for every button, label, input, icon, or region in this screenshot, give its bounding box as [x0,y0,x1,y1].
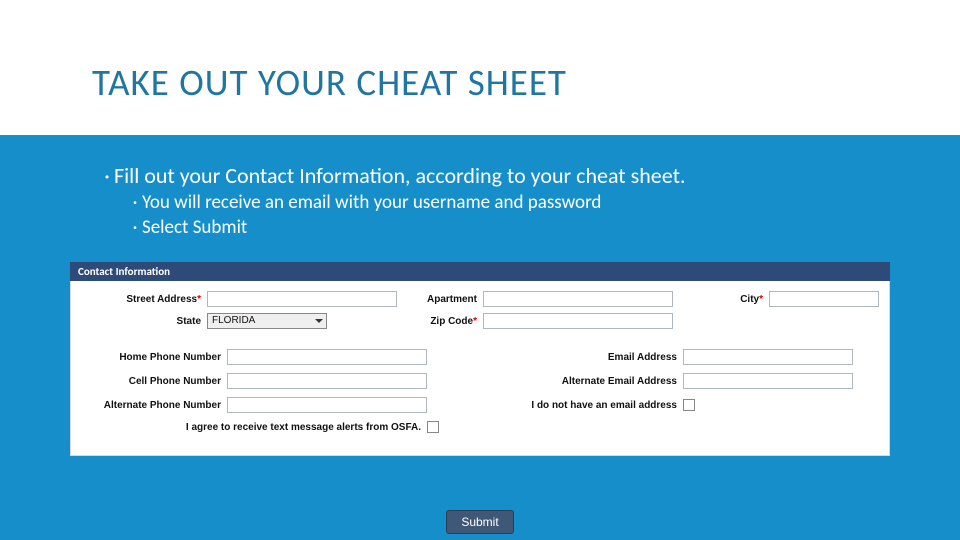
panel-body: Street Address* Apartment City* State FL… [70,281,890,456]
label-home-phone: Home Phone Number [81,352,227,363]
row-phone-email-2: Cell Phone Number Alternate Email Addres… [81,373,879,389]
required-mark: * [759,294,763,305]
required-mark: * [473,316,477,327]
input-zip[interactable] [483,313,673,329]
submit-bar: Submit [0,510,960,534]
bullet-main-text: Fill out your Contact Information, accor… [114,162,686,189]
bullet-sub-1: ·You will receive an email with your use… [128,190,920,216]
input-email[interactable] [683,349,853,365]
select-state[interactable]: FLORIDA [207,313,327,329]
label-no-email: I do not have an email address [427,400,683,411]
input-alt-phone[interactable] [227,397,427,413]
checkbox-no-email[interactable] [683,399,695,411]
input-alt-email[interactable] [683,373,853,389]
row-state-zip: State FLORIDA Zip Code* [81,313,879,329]
label-city: City* [673,294,769,305]
bullet-main: ·Fill out your Contact Information, acco… [100,162,920,190]
label-text-alerts: I agree to receive text message alerts f… [81,422,427,433]
input-home-phone[interactable] [227,349,427,365]
row-phone-email-1: Home Phone Number Email Address [81,349,879,365]
bullet-sub2-text: Select Submit [142,216,247,239]
slide: TAKE OUT YOUR CHEAT SHEET ·Fill out your… [0,0,960,540]
label-alt-email: Alternate Email Address [427,376,683,387]
label-email: Email Address [427,352,683,363]
row-text-alerts: I agree to receive text message alerts f… [81,421,879,433]
bullet-sub-2: ·Select Submit [128,215,920,241]
panel-header: Contact Information [70,262,890,281]
required-mark: * [197,294,201,305]
bullet-sub1-text: You will receive an email with your user… [142,191,601,214]
bullet-list: ·Fill out your Contact Information, acco… [100,162,920,241]
row-address: Street Address* Apartment City* [81,291,879,307]
label-street: Street Address* [81,294,207,305]
slide-title: TAKE OUT YOUR CHEAT SHEET [92,60,567,105]
input-apartment[interactable] [483,291,673,307]
submit-button[interactable]: Submit [446,510,513,534]
input-cell-phone[interactable] [227,373,427,389]
checkbox-text-alerts[interactable] [427,421,439,433]
label-zip-text: Zip Code [430,316,473,327]
label-alt-phone: Alternate Phone Number [81,400,227,411]
label-zip: Zip Code* [327,316,483,327]
contact-form: Contact Information Street Address* Apar… [70,262,890,456]
row-phone-email-3: Alternate Phone Number I do not have an … [81,397,879,413]
select-state-value: FLORIDA [212,315,255,326]
label-cell-phone: Cell Phone Number [81,376,227,387]
label-state: State [81,316,207,327]
label-city-text: City [740,294,759,305]
label-apartment: Apartment [397,294,483,305]
input-street[interactable] [207,291,397,307]
label-street-text: Street Address [126,294,197,305]
input-city[interactable] [769,291,879,307]
